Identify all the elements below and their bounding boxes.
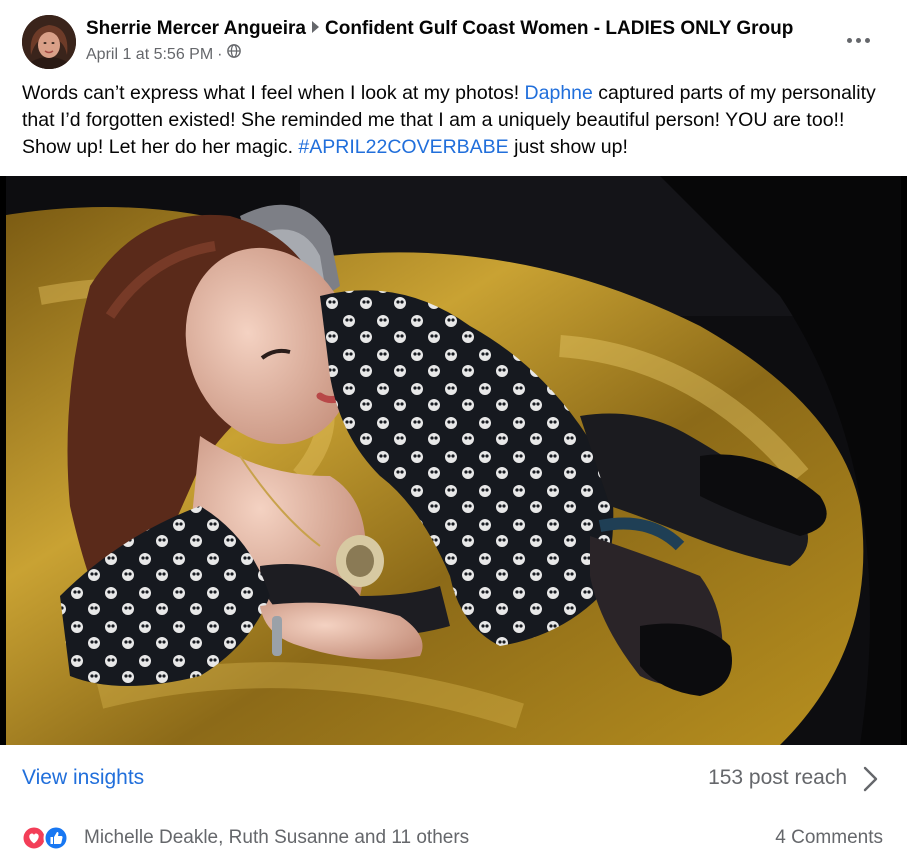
hashtag-link[interactable]: #APRIL22COVERBABE bbox=[298, 136, 508, 158]
meta-separator: · bbox=[217, 46, 223, 64]
author-name-link[interactable]: Sherrie Mercer Angueira bbox=[86, 18, 306, 39]
globe-icon[interactable] bbox=[226, 44, 241, 64]
group-name-link[interactable]: Confident Gulf Coast Women - LADIES ONLY… bbox=[325, 18, 793, 39]
comments-count[interactable]: 4 Comments bbox=[775, 827, 883, 849]
mention-link[interactable]: Daphne bbox=[525, 82, 593, 104]
view-insights-link[interactable]: View insights bbox=[22, 766, 144, 790]
author-avatar[interactable] bbox=[22, 15, 76, 69]
post-text-part: Words can’t express what I feel when I l… bbox=[22, 82, 525, 104]
post-card: Sherrie Mercer Angueira Confident Gulf Co… bbox=[0, 0, 907, 865]
reaction-icons[interactable] bbox=[21, 825, 74, 851]
love-reaction-icon bbox=[21, 825, 47, 851]
post-reach[interactable]: 153 post reach bbox=[708, 766, 847, 790]
like-reaction-icon bbox=[43, 825, 69, 851]
reactions-names[interactable]: Michelle Deakle, Ruth Susanne and 11 oth… bbox=[84, 827, 469, 849]
reactions-row: Michelle Deakle, Ruth Susanne and 11 oth… bbox=[0, 813, 907, 865]
post-timestamp[interactable]: April 1 at 5:56 PM bbox=[86, 46, 213, 63]
caret-right-icon bbox=[312, 20, 319, 33]
insights-row: View insights 153 post reach bbox=[0, 745, 907, 813]
author-line: Sherrie Mercer Angueira Confident Gulf Co… bbox=[86, 17, 793, 41]
post-text-part: just show up! bbox=[508, 136, 628, 158]
post-text: Words can’t express what I feel when I l… bbox=[22, 80, 892, 161]
post-photo[interactable] bbox=[0, 176, 907, 745]
more-options-icon[interactable] bbox=[838, 22, 878, 58]
chevron-right-icon[interactable] bbox=[862, 765, 880, 798]
post-meta: April 1 at 5:56 PM · bbox=[86, 44, 241, 65]
